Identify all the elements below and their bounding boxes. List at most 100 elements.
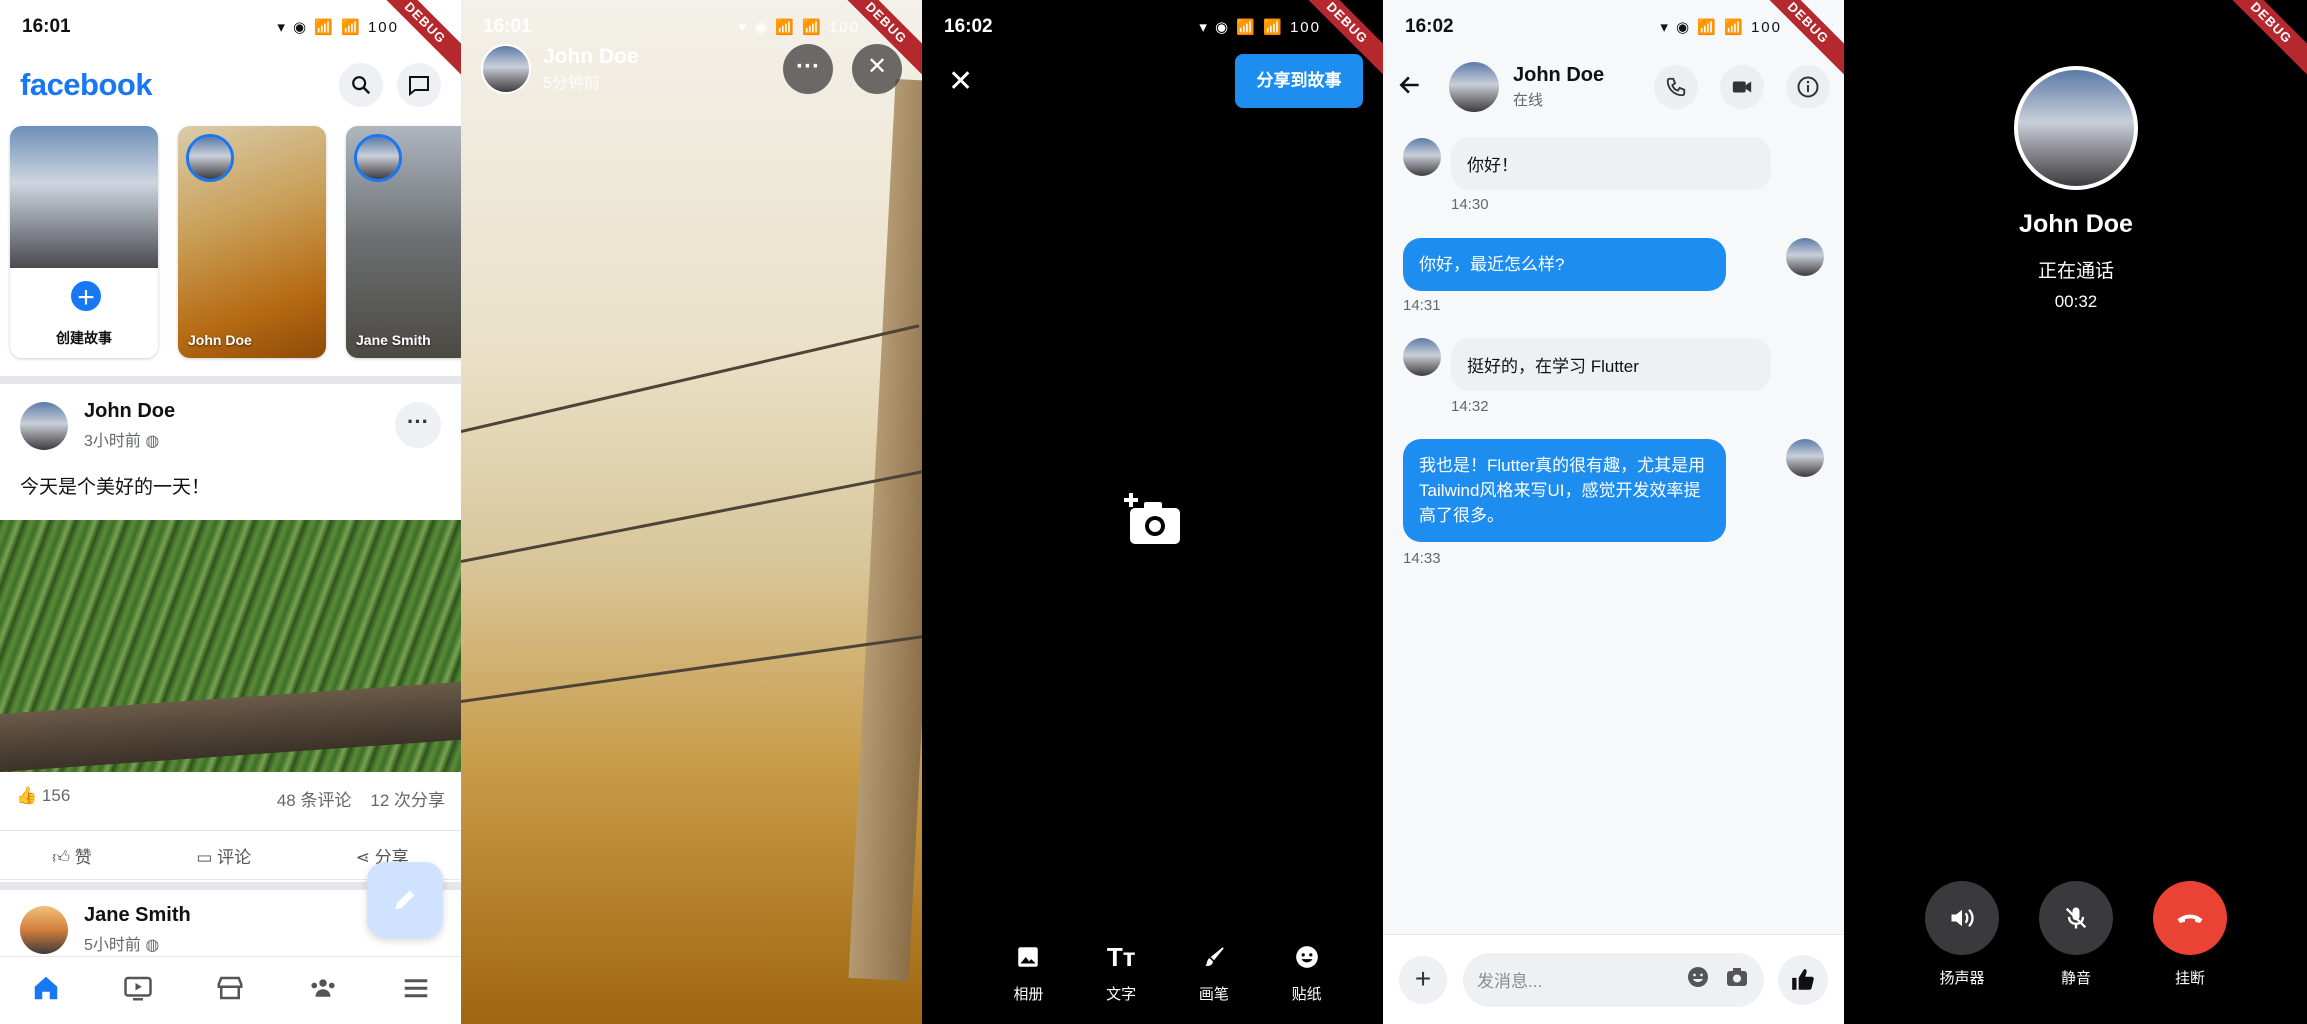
add-photo-button[interactable] bbox=[1122, 492, 1184, 553]
share-count[interactable]: 12 次分享 bbox=[370, 791, 445, 810]
send-like-button[interactable] bbox=[1778, 954, 1828, 1005]
emoji-icon bbox=[1688, 967, 1708, 987]
post-stats: 👍 156 48 条评论 12 次分享 bbox=[16, 786, 445, 811]
status-bar: 16:01 ▾ ◉ 📶 📶 100 bbox=[461, 0, 922, 54]
nav-video[interactable] bbox=[122, 973, 154, 1008]
share-to-story-button[interactable]: 分享到故事 bbox=[1235, 54, 1363, 108]
avatar[interactable] bbox=[1403, 338, 1441, 376]
status-icons: ▾ ◉ 📶 📶 100 bbox=[738, 19, 860, 36]
close-button[interactable]: ✕ bbox=[948, 64, 973, 99]
message-input[interactable]: 发消息... bbox=[1463, 952, 1764, 1007]
call-controls: 扬声器 静音 挂断 bbox=[1845, 881, 2307, 988]
hangup-icon bbox=[2177, 914, 2203, 923]
message-time: 14:32 bbox=[1451, 398, 1489, 415]
speaker-icon bbox=[1951, 909, 1974, 927]
tool-brush[interactable]: 画笔 bbox=[1179, 939, 1249, 1004]
nav-marketplace[interactable] bbox=[215, 973, 245, 1008]
messenger-button[interactable] bbox=[397, 63, 441, 107]
camera-button[interactable] bbox=[1724, 965, 1750, 994]
add-camera-icon bbox=[1124, 493, 1180, 544]
voice-call-button[interactable] bbox=[1654, 65, 1698, 109]
avatar bbox=[357, 137, 399, 179]
share-icon: ⋖ bbox=[355, 847, 370, 867]
story-card-jane[interactable]: Jane Smith bbox=[346, 126, 461, 358]
create-story-label: 创建故事 bbox=[56, 330, 112, 346]
more-options-button[interactable]: ··· bbox=[395, 402, 441, 448]
message-bubble-out[interactable]: 我也是！Flutter真的很有趣，尤其是用Tailwind风格来写UI，感觉开发… bbox=[1403, 439, 1726, 542]
section-divider bbox=[0, 376, 461, 384]
speaker-button[interactable]: 扬声器 bbox=[1917, 881, 2007, 988]
status-bar: 16:02 ▾ ◉ 📶 📶 100 bbox=[1383, 0, 1844, 54]
tool-album[interactable]: 相册 bbox=[993, 939, 1063, 1004]
create-story-screen: DEBUG 16:02 ▾ ◉ 📶 📶 100 ✕ 分享到故事 相册 Tт 文字… bbox=[922, 0, 1383, 1024]
post-author[interactable]: John Doe bbox=[84, 400, 175, 423]
caller-name: John Doe bbox=[2019, 210, 2133, 238]
story-viewer-screen: DEBUG 16:01 ▾ ◉ 📶 📶 100 John Doe 5分钟前 ··… bbox=[461, 0, 922, 1024]
search-icon bbox=[352, 76, 371, 95]
message-bubble-in[interactable]: 挺好的，在学习 Flutter bbox=[1451, 338, 1771, 391]
bottom-nav bbox=[0, 956, 461, 1024]
message-placeholder: 发消息... bbox=[1477, 972, 1543, 991]
avatar bbox=[189, 137, 231, 179]
message-bubble-in[interactable]: 你好！ bbox=[1451, 137, 1771, 190]
sticker-icon bbox=[1295, 946, 1318, 968]
post-text: 今天是个美好的一天！ bbox=[20, 477, 211, 498]
speaker-label: 扬声器 bbox=[1939, 970, 1985, 987]
emoji-button[interactable] bbox=[1686, 965, 1710, 994]
tool-text[interactable]: Tт 文字 bbox=[1086, 939, 1156, 1004]
status-icons: ▾ ◉ 📶 📶 100 bbox=[1660, 19, 1782, 36]
hangup-button[interactable]: 挂断 bbox=[2145, 881, 2235, 988]
story-card-john[interactable]: John Doe bbox=[178, 126, 326, 358]
back-button[interactable] bbox=[1397, 72, 1423, 103]
message-bubble-out[interactable]: 你好，最近怎么样? bbox=[1403, 238, 1726, 291]
avatar[interactable] bbox=[1786, 439, 1824, 477]
nav-groups[interactable] bbox=[306, 973, 340, 1008]
close-icon: ✕ bbox=[866, 53, 888, 80]
tool-label: 文字 bbox=[1106, 986, 1137, 1003]
status-time: 16:02 bbox=[944, 16, 993, 37]
video-call-button[interactable] bbox=[1720, 65, 1764, 109]
status-time: 16:02 bbox=[1405, 16, 1454, 37]
avatar[interactable] bbox=[20, 401, 68, 450]
post-author[interactable]: Jane Smith bbox=[84, 904, 191, 927]
avatar[interactable] bbox=[1449, 62, 1499, 112]
like-button[interactable]: 👍︎ 赞 bbox=[52, 843, 92, 868]
nav-menu[interactable] bbox=[401, 973, 431, 1008]
story-cover-image bbox=[10, 126, 158, 268]
story-time: 5分钟前 bbox=[543, 75, 600, 92]
mute-button[interactable]: 静音 bbox=[2031, 881, 2121, 988]
chat-icon bbox=[409, 76, 429, 97]
create-story-card[interactable]: + 创建故事 bbox=[10, 126, 158, 358]
camera-icon bbox=[1727, 968, 1747, 986]
like-count[interactable]: 👍 156 bbox=[16, 786, 70, 811]
avatar[interactable] bbox=[1403, 138, 1441, 176]
contact-name[interactable]: John Doe bbox=[1513, 64, 1604, 87]
chat-screen: DEBUG 16:02 ▾ ◉ 📶 📶 100 John Doe 在线 你好！ … bbox=[1383, 0, 1844, 1024]
post-header: John Doe 3小时前 ◍ bbox=[20, 400, 175, 451]
search-button[interactable] bbox=[339, 63, 383, 107]
avatar[interactable] bbox=[20, 905, 68, 954]
message-input-bar: + 发消息... bbox=[1383, 934, 1844, 1024]
plus-icon: + bbox=[68, 278, 104, 314]
info-button[interactable] bbox=[1786, 65, 1830, 109]
chat-header: John Doe 在线 bbox=[1383, 54, 1844, 120]
plus-icon: + bbox=[1414, 962, 1432, 994]
feed-header: facebook bbox=[0, 54, 461, 116]
post-image[interactable] bbox=[0, 520, 461, 772]
comment-count[interactable]: 48 条评论 bbox=[277, 791, 352, 810]
status-bar: 16:02 ▾ ◉ 📶 📶 100 bbox=[922, 0, 1383, 54]
groups-icon bbox=[310, 979, 335, 997]
status-time: 16:01 bbox=[483, 16, 532, 37]
story-ring bbox=[186, 134, 234, 182]
attach-button[interactable]: + bbox=[1399, 955, 1447, 1004]
status-time: 16:01 bbox=[22, 16, 71, 37]
store-icon bbox=[217, 976, 242, 1000]
hangup-label: 挂断 bbox=[2174, 970, 2205, 987]
globe-icon: ◍ bbox=[145, 433, 160, 450]
tool-sticker[interactable]: 贴纸 bbox=[1272, 939, 1342, 1004]
comment-button[interactable]: ▭ 评论 bbox=[196, 843, 251, 868]
story-image[interactable] bbox=[461, 0, 922, 1024]
nav-home[interactable] bbox=[31, 973, 61, 1008]
compose-fab[interactable] bbox=[367, 862, 443, 938]
avatar[interactable] bbox=[1786, 238, 1824, 276]
